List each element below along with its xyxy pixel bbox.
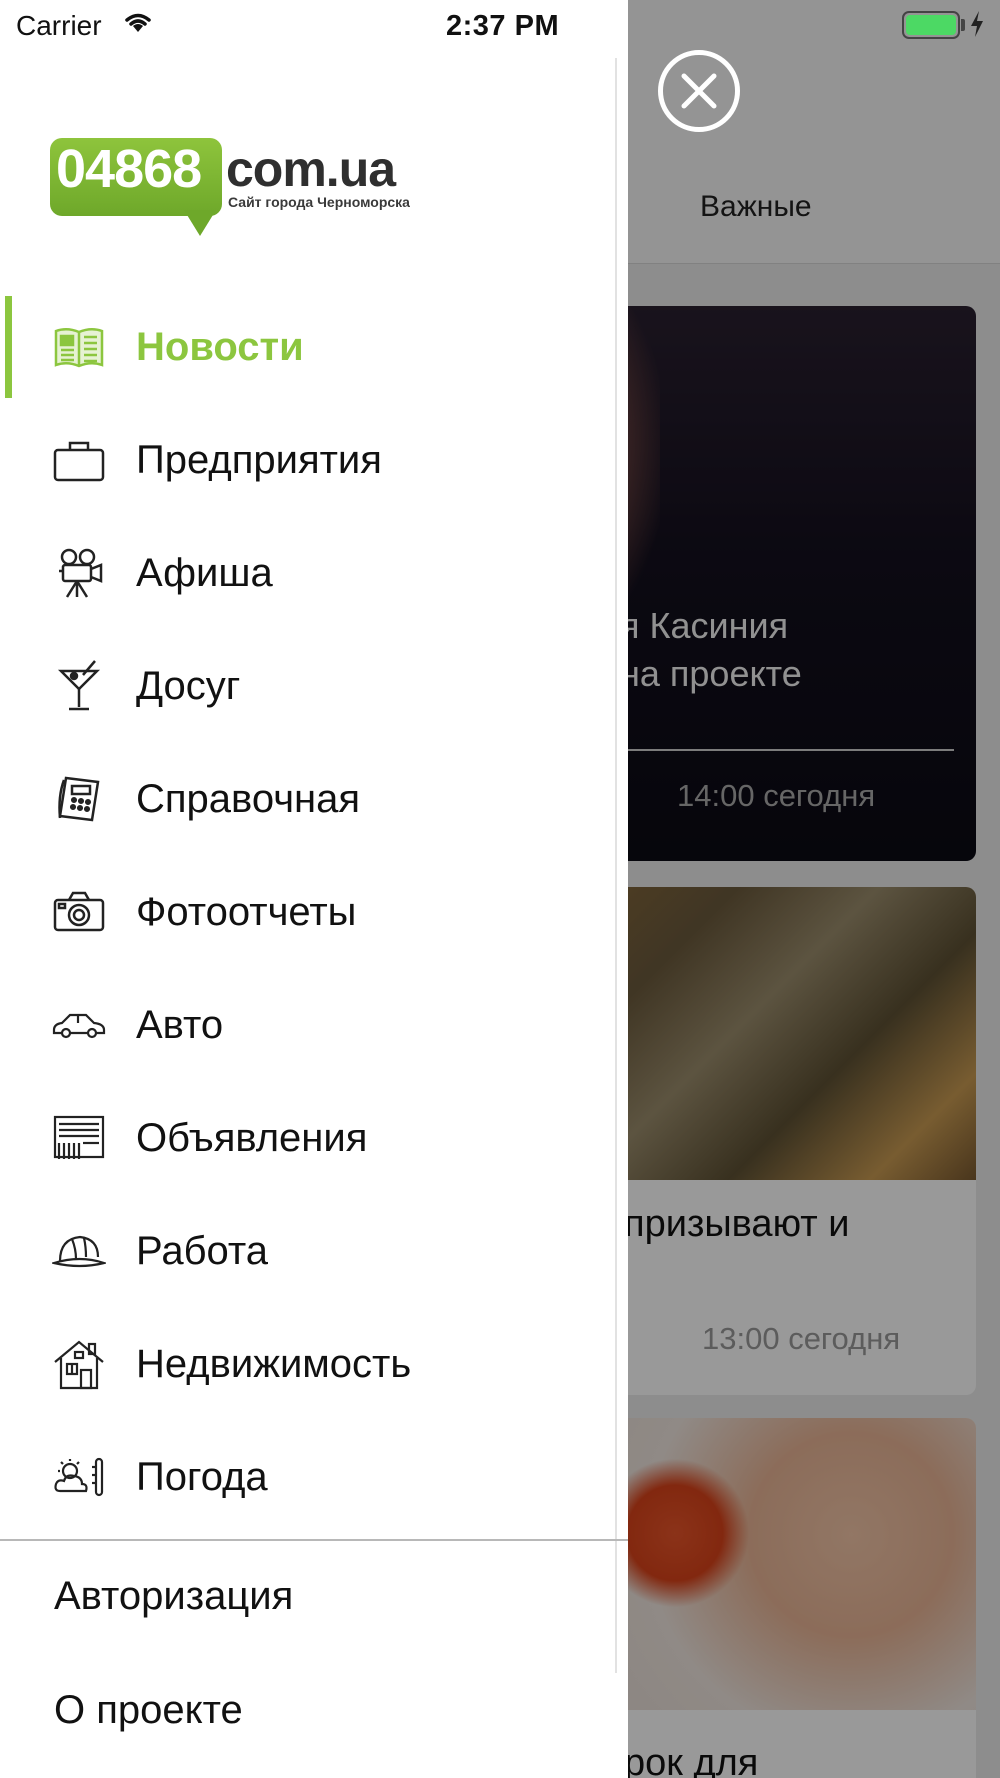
menu-item-leisure[interactable]: Досуг xyxy=(0,636,628,736)
menu-item-label: Фотоотчеты xyxy=(136,889,357,934)
menu-item-label: Досуг xyxy=(136,663,241,708)
site-logo[interactable]: 04868 com.ua Сайт города Черноморска xyxy=(50,134,420,238)
menu-item-work[interactable]: Работа xyxy=(0,1201,628,1301)
logo-number: 04868 xyxy=(56,139,202,199)
menu-item-companies[interactable]: Предприятия xyxy=(0,410,628,510)
camera-icon xyxy=(52,885,106,939)
menu-item-about[interactable]: О проекте xyxy=(54,1688,243,1733)
side-drawer: 04868 com.ua Сайт города Черноморска Нов… xyxy=(0,0,628,1778)
logo-domain: com.ua xyxy=(226,141,396,197)
hard-hat-icon xyxy=(52,1224,106,1278)
menu-item-afisha[interactable]: Афиша xyxy=(0,523,628,623)
menu-divider xyxy=(0,1539,628,1541)
menu-item-label: Афиша xyxy=(136,550,273,595)
menu-item-photo-reports[interactable]: Фотоотчеты xyxy=(0,862,628,962)
menu-item-label: Справочная xyxy=(136,776,361,821)
menu-item-label: Погода xyxy=(136,1454,268,1499)
logo-subtitle: Сайт города Черноморска xyxy=(228,194,410,210)
close-icon xyxy=(681,73,717,109)
battery-icon xyxy=(902,11,960,39)
status-bar: Carrier 2:37 PM xyxy=(0,0,1000,54)
menu-item-label: Авто xyxy=(136,1002,224,1047)
status-time: 2:37 PM xyxy=(446,10,560,42)
cocktail-icon xyxy=(52,659,106,713)
carrier-label: Carrier xyxy=(16,10,102,41)
house-icon xyxy=(52,1337,106,1391)
close-drawer-button[interactable] xyxy=(658,50,740,132)
menu-item-news[interactable]: Новости xyxy=(0,297,628,397)
menu-item-weather[interactable]: Погода xyxy=(0,1427,628,1527)
menu-item-directory[interactable]: Справочная xyxy=(0,749,628,849)
menu-item-ads[interactable]: Объявления xyxy=(0,1088,628,1188)
menu-item-auto[interactable]: Авто xyxy=(0,975,628,1075)
newspaper-icon xyxy=(52,320,106,374)
movie-camera-icon xyxy=(52,546,106,600)
charging-icon xyxy=(969,10,985,43)
car-icon xyxy=(52,998,106,1052)
briefcase-icon xyxy=(52,433,106,487)
menu-item-label: Предприятия xyxy=(136,437,382,482)
weather-icon xyxy=(52,1450,106,1504)
menu-item-label: Новости xyxy=(136,324,304,369)
board-icon xyxy=(52,1111,106,1165)
wifi-icon xyxy=(122,10,154,39)
menu-item-label: Работа xyxy=(136,1228,268,1273)
menu-item-label: Объявления xyxy=(136,1115,368,1160)
menu-item-label: Недвижимость xyxy=(136,1341,412,1386)
phone-icon xyxy=(52,772,106,826)
menu-item-real-estate[interactable]: Недвижимость xyxy=(0,1314,628,1414)
menu-item-login[interactable]: Авторизация xyxy=(54,1574,293,1619)
